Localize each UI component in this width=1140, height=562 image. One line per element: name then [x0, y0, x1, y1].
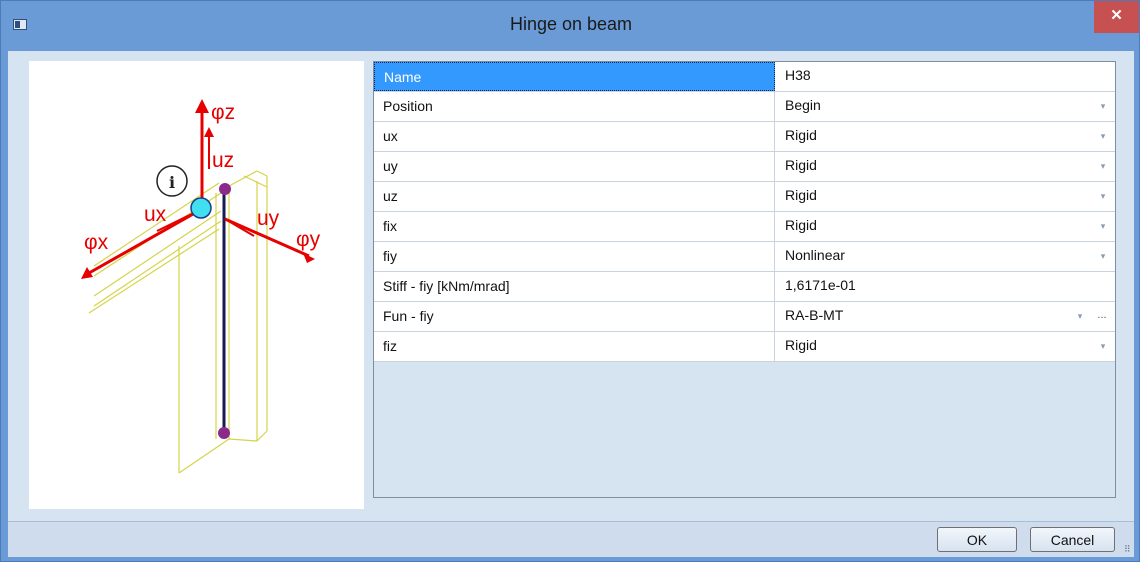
- property-row[interactable]: ux Rigid ▾: [374, 122, 1115, 152]
- ux-label: ux: [144, 203, 167, 226]
- dialog-body: i φz uz ux uy φx φy Name H38 Position Begin…: [8, 51, 1134, 557]
- properties-grid: Name H38 Position Begin ▾ ux Rigid ▾ uy Rigid ▾ uz R…: [373, 61, 1116, 498]
- property-row[interactable]: Position Begin ▾: [374, 92, 1115, 122]
- property-row[interactable]: Stiff - fiy [kNm/mrad] 1,6171e-01: [374, 272, 1115, 302]
- chevron-down-icon[interactable]: ▾: [1097, 96, 1109, 116]
- hinge-node: [190, 197, 212, 219]
- property-value-field[interactable]: 1,6171e-01: [776, 272, 1115, 301]
- property-value-dropdown[interactable]: RA-B-MT ▾...: [776, 302, 1115, 331]
- property-name[interactable]: fiy: [374, 242, 775, 271]
- phiz-label: φz: [211, 101, 235, 124]
- chevron-down-icon[interactable]: ▾: [1097, 246, 1109, 266]
- hinge-diagram: i φz uz ux uy φx φy: [81, 99, 321, 474]
- property-row[interactable]: uy Rigid ▾: [374, 152, 1115, 182]
- property-name[interactable]: Name: [374, 62, 775, 91]
- property-name[interactable]: Fun - fiy: [374, 302, 775, 331]
- resize-grip-icon[interactable]: ⠿: [1124, 544, 1134, 554]
- property-row[interactable]: Fun - fiy RA-B-MT ▾...: [374, 302, 1115, 332]
- property-name[interactable]: fix: [374, 212, 775, 241]
- property-value: Rigid: [785, 157, 817, 173]
- property-value-dropdown[interactable]: Rigid ▾: [776, 332, 1115, 361]
- phix-label: φx: [84, 231, 109, 254]
- chevron-down-icon[interactable]: ▾: [1074, 306, 1086, 326]
- property-row[interactable]: fiz Rigid ▾: [374, 332, 1115, 362]
- property-name[interactable]: ux: [374, 122, 775, 151]
- property-value: Begin: [785, 97, 821, 113]
- hinge-node-back: [219, 183, 231, 195]
- property-value: RA-B-MT: [785, 307, 844, 323]
- property-value-dropdown[interactable]: Rigid ▾: [776, 122, 1115, 151]
- property-value-dropdown[interactable]: Rigid ▾: [776, 212, 1115, 241]
- chevron-down-icon[interactable]: ▾: [1097, 186, 1109, 206]
- property-value-dropdown[interactable]: Rigid ▾: [776, 152, 1115, 181]
- window-title: Hinge on beam: [509, 14, 633, 34]
- property-name[interactable]: fiz: [374, 332, 775, 361]
- property-value: H38: [785, 67, 811, 83]
- property-value-dropdown[interactable]: Nonlinear ▾: [776, 242, 1115, 271]
- ellipsis-button[interactable]: ...: [1091, 305, 1113, 327]
- property-row[interactable]: uz Rigid ▾: [374, 182, 1115, 212]
- property-value-dropdown[interactable]: Begin ▾: [776, 92, 1115, 121]
- title-bar[interactable]: Hinge on beam ✕: [1, 1, 1140, 51]
- beam-wireframe: [88, 170, 268, 474]
- property-row[interactable]: fiy Nonlinear ▾: [374, 242, 1115, 272]
- end-node: [218, 427, 230, 439]
- property-name[interactable]: Position: [374, 92, 775, 121]
- property-value: Rigid: [785, 217, 817, 233]
- hinge-diagram-panel: i φz uz ux uy φx φy: [29, 61, 364, 509]
- phiy-label: φy: [296, 228, 321, 251]
- property-value: 1,6171e-01: [785, 277, 856, 293]
- property-name[interactable]: uz: [374, 182, 775, 211]
- property-name[interactable]: uy: [374, 152, 775, 181]
- property-value-field[interactable]: H38: [776, 62, 1115, 91]
- chevron-down-icon[interactable]: ▾: [1097, 156, 1109, 176]
- close-button[interactable]: ✕: [1094, 1, 1139, 33]
- uz-label: uz: [212, 149, 234, 172]
- property-row[interactable]: fix Rigid ▾: [374, 212, 1115, 242]
- property-value: Rigid: [785, 127, 817, 143]
- cancel-button[interactable]: Cancel: [1030, 527, 1115, 552]
- property-row[interactable]: Name H38: [374, 62, 1115, 92]
- chevron-down-icon[interactable]: ▾: [1097, 216, 1109, 236]
- chevron-down-icon[interactable]: ▾: [1097, 126, 1109, 146]
- property-value: Rigid: [785, 187, 817, 203]
- ok-button[interactable]: OK: [937, 527, 1017, 552]
- property-value: Rigid: [785, 337, 817, 353]
- property-value: Nonlinear: [785, 247, 845, 263]
- property-value-dropdown[interactable]: Rigid ▾: [776, 182, 1115, 211]
- info-icon-glyph: i: [169, 173, 175, 192]
- chevron-down-icon[interactable]: ▾: [1097, 336, 1109, 356]
- property-name[interactable]: Stiff - fiy [kNm/mrad]: [374, 272, 775, 301]
- dialog-window: Hinge on beam ✕ i φz uz ux uy φx φy Name…: [0, 0, 1140, 562]
- uy-label: uy: [257, 207, 280, 230]
